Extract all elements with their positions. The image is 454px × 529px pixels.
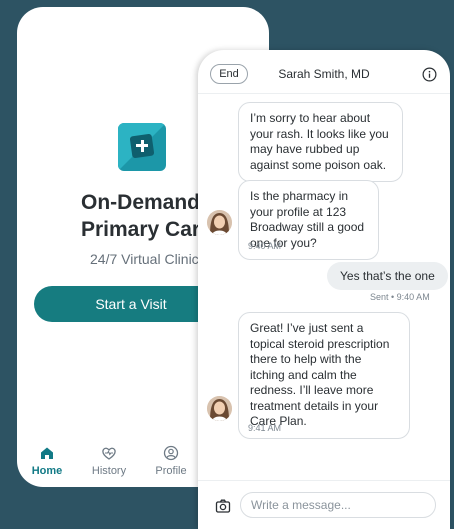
info-icon[interactable]: [422, 67, 437, 82]
camera-icon[interactable]: [215, 498, 231, 514]
chat-screen: End Sarah Smith, MD I’m sorry to hear ab…: [198, 50, 450, 529]
app-logo-icon: [118, 123, 166, 171]
message-timestamp: 9:41 AM: [248, 423, 282, 433]
message-bubble: Great! I’ve just sent a topical steroid …: [238, 312, 410, 439]
page-subtitle: 24/7 Virtual Clinic: [90, 251, 199, 267]
tab-history-label: History: [91, 465, 127, 477]
avatar: [207, 210, 232, 235]
home-icon: [41, 447, 53, 459]
message-bubble: I’m sorry to hear about your rash. It lo…: [238, 102, 403, 182]
history-icon: [102, 447, 116, 460]
message-input[interactable]: [240, 492, 436, 518]
message-timestamp: 9:40 AM: [248, 241, 282, 251]
message-status: Sent • 9:40 AM: [370, 292, 430, 302]
chat-header: End Sarah Smith, MD: [198, 50, 450, 94]
doctor-name: Sarah Smith, MD: [278, 67, 370, 81]
tab-history[interactable]: History: [79, 445, 139, 477]
profile-icon: [163, 445, 179, 461]
message-bubble-sent: Yes that’s the one: [327, 262, 448, 290]
tab-profile-label: Profile: [155, 465, 187, 477]
avatar: [207, 396, 232, 421]
tab-home[interactable]: Home: [17, 445, 77, 477]
tab-home-label: Home: [31, 465, 63, 477]
doctor-avatar-icon: [207, 396, 232, 421]
doctor-avatar-icon: [207, 210, 232, 235]
tab-profile[interactable]: Profile: [141, 445, 201, 477]
message-composer: [198, 480, 450, 529]
